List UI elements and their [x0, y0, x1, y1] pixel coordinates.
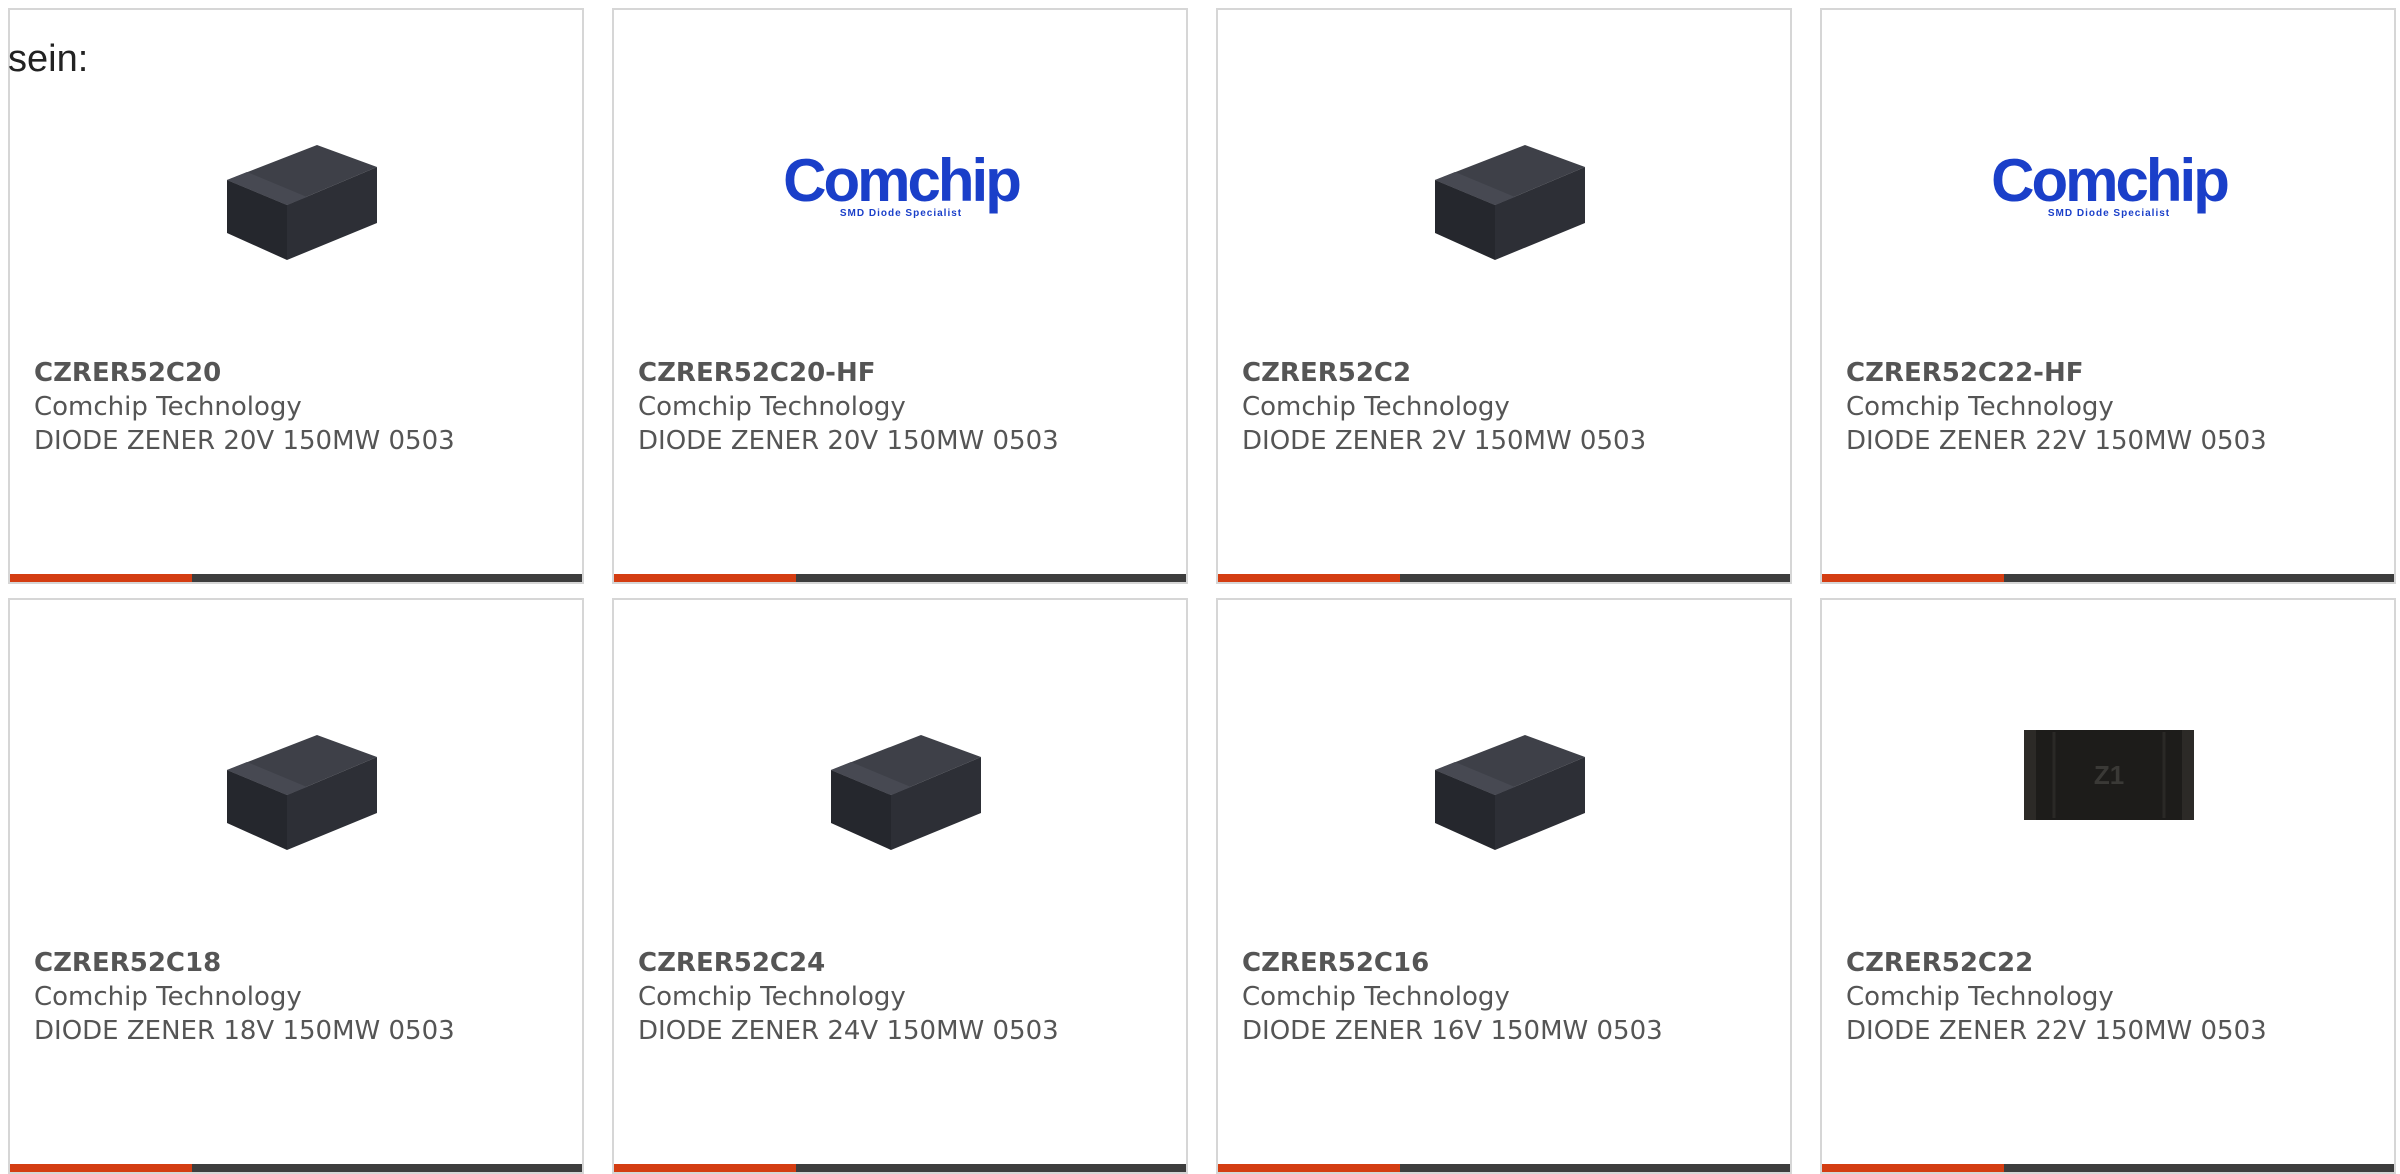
smd-package-icon: [1404, 84, 1606, 286]
manufacturer: Comchip Technology: [34, 392, 302, 422]
description: DIODE ZENER 22V 150MW 0503: [1846, 1016, 2267, 1046]
part-number[interactable]: CZRER52C2: [1242, 356, 1780, 390]
product-card[interactable]: CZRER52C2 Comchip Technology DIODE ZENER…: [1216, 8, 1792, 584]
product-card[interactable]: CZRER52C16 Comchip Technology DIODE ZENE…: [1216, 598, 1792, 1174]
description: DIODE ZENER 18V 150MW 0503: [34, 1016, 455, 1046]
card-accent-bar: [10, 1164, 582, 1172]
product-card[interactable]: Z1 CZRER52C22 Comchip Technology DIODE Z…: [1820, 598, 2396, 1174]
description: DIODE ZENER 24V 150MW 0503: [638, 1016, 1059, 1046]
smd-package-icon: [800, 674, 1002, 876]
comchip-logo: Comchip SMD Diode Specialist: [1991, 147, 2230, 219]
card-accent-bar: [1822, 574, 2394, 582]
card-accent-bar: [10, 574, 582, 582]
card-accent-bar: [614, 574, 1186, 582]
part-number[interactable]: CZRER52C24: [638, 946, 1176, 980]
smd-package-icon: [196, 674, 398, 876]
description: DIODE ZENER 20V 150MW 0503: [638, 426, 1059, 456]
manufacturer: Comchip Technology: [1242, 982, 1510, 1012]
part-number[interactable]: CZRER52C20: [34, 356, 572, 390]
manufacturer: Comchip Technology: [638, 982, 906, 1012]
part-number[interactable]: CZRER52C20-HF: [638, 356, 1176, 390]
part-number[interactable]: CZRER52C18: [34, 946, 572, 980]
product-card[interactable]: Comchip SMD Diode Specialist CZRER52C22-…: [1820, 8, 2396, 584]
manufacturer: Comchip Technology: [1242, 392, 1510, 422]
description: DIODE ZENER 20V 150MW 0503: [34, 426, 455, 456]
svg-text:Z1: Z1: [2094, 760, 2124, 790]
product-card[interactable]: CZRER52C20 Comchip Technology DIODE ZENE…: [8, 8, 584, 584]
part-number[interactable]: CZRER52C22-HF: [1846, 356, 2384, 390]
manufacturer: Comchip Technology: [638, 392, 906, 422]
product-card[interactable]: Comchip SMD Diode Specialist CZRER52C20-…: [612, 8, 1188, 584]
card-accent-bar: [1822, 1164, 2394, 1172]
description: DIODE ZENER 16V 150MW 0503: [1242, 1016, 1663, 1046]
description: DIODE ZENER 22V 150MW 0503: [1846, 426, 2267, 456]
product-card[interactable]: CZRER52C24 Comchip Technology DIODE ZENE…: [612, 598, 1188, 1174]
smd-chip-top-icon: Z1: [2008, 674, 2210, 876]
card-accent-bar: [1218, 574, 1790, 582]
smd-package-icon: [196, 84, 398, 286]
comchip-logo: Comchip SMD Diode Specialist: [783, 147, 1022, 219]
intro-text: sein:: [8, 38, 89, 80]
manufacturer: Comchip Technology: [34, 982, 302, 1012]
manufacturer: Comchip Technology: [1846, 392, 2114, 422]
part-number[interactable]: CZRER52C16: [1242, 946, 1780, 980]
card-accent-bar: [1218, 1164, 1790, 1172]
card-accent-bar: [614, 1164, 1186, 1172]
manufacturer: Comchip Technology: [1846, 982, 2114, 1012]
product-card[interactable]: CZRER52C18 Comchip Technology DIODE ZENE…: [8, 598, 584, 1174]
smd-package-icon: [1404, 674, 1606, 876]
description: DIODE ZENER 2V 150MW 0503: [1242, 426, 1647, 456]
part-number[interactable]: CZRER52C22: [1846, 946, 2384, 980]
